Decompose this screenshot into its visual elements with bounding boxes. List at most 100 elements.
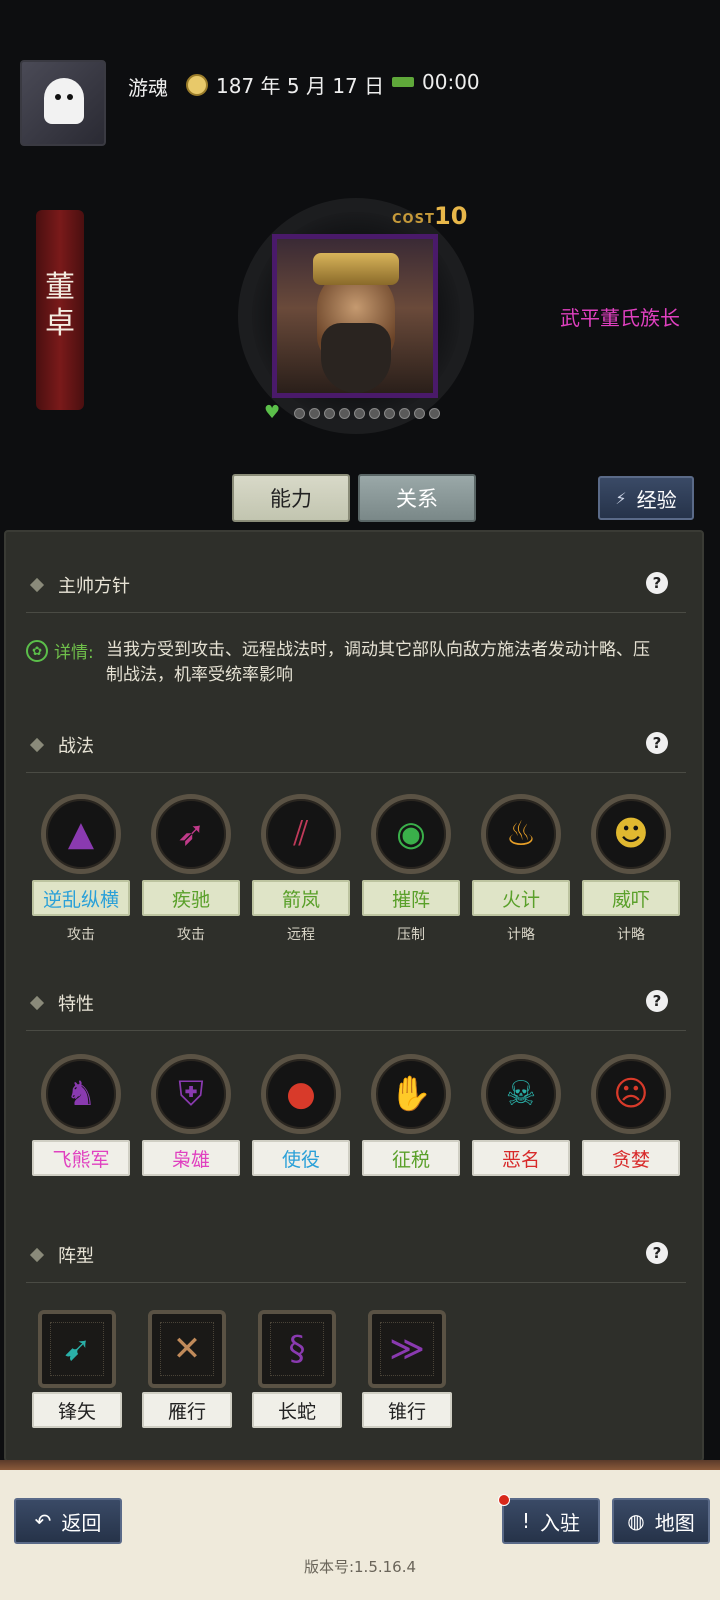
section-title: 主帅方针 (58, 576, 130, 597)
heart-icon: ♥ (264, 402, 281, 423)
formation-box: ✕ (148, 1310, 226, 1388)
trait-name: 恶名 (472, 1140, 570, 1176)
formation-item[interactable]: ➹ 锋矢 (32, 1310, 122, 1428)
divider (26, 772, 686, 773)
hero-name: 董卓 (45, 270, 75, 341)
map-button[interactable]: ◍ 地图 (612, 1498, 710, 1544)
calendar-icon (186, 73, 208, 96)
divider (26, 1030, 686, 1031)
tactic-item[interactable]: ◉ 摧阵 压制 (362, 794, 460, 944)
hero-title: 武平董氏族长 (560, 306, 680, 330)
section-title: 战法 (58, 736, 94, 757)
tactic-name: 疾驰 (142, 880, 240, 916)
star-rating: ♥ (264, 404, 440, 422)
tactic-name: 威吓 (582, 880, 680, 916)
greedy-face-icon: ☹ (613, 1074, 649, 1114)
ghost-avatar-icon (44, 78, 84, 124)
tactic-ring: ◉ (371, 794, 451, 874)
tactic-ring: ⫽ (261, 794, 341, 874)
tactic-type: 远程 (287, 927, 315, 943)
star-dot (384, 407, 395, 419)
trait-name: 征税 (362, 1140, 460, 1176)
help-icon[interactable]: ? (646, 1242, 668, 1264)
tactic-type: 计略 (507, 927, 535, 943)
back-arrow-icon: ↶ (34, 1509, 52, 1533)
section-traits: 特性 ? (26, 988, 686, 1018)
fire-icon: ♨ (505, 814, 537, 854)
formation-name: 长蛇 (252, 1392, 342, 1428)
trait-item[interactable]: ♞ 飞熊军 (32, 1054, 130, 1176)
player-avatar[interactable] (20, 60, 106, 146)
trait-item[interactable]: ☹ 贪婪 (582, 1054, 680, 1176)
hero-portrait[interactable] (272, 234, 438, 398)
section-formations: 阵型 ? (26, 1240, 686, 1270)
eye-burst-icon: ◉ (396, 814, 426, 854)
star-dot (294, 407, 305, 419)
formation-item[interactable]: ✕ 雁行 (142, 1310, 232, 1428)
traits-row: ♞ 飞熊军 ⛨ 枭雄 ● 使役 ✋ 征税 ☠ 恶名 ☹ 贪婪 (32, 1054, 680, 1176)
trait-ring: ● (261, 1054, 341, 1134)
tab-ability[interactable]: 能力 (232, 474, 350, 522)
notification-dot (498, 1494, 510, 1506)
trait-ring: ☠ (481, 1054, 561, 1134)
tactic-item[interactable]: ☻ 威吓 计略 (582, 794, 680, 944)
formation-name: 雁行 (142, 1392, 232, 1428)
trait-ring: ☹ (591, 1054, 671, 1134)
time-display: 00:00 (392, 70, 480, 94)
cost-value: 10 (434, 202, 468, 230)
back-label: 返回 (61, 1510, 102, 1535)
tab-relation[interactable]: 关系 (358, 474, 476, 522)
formation-item[interactable]: ≫ 锥行 (362, 1310, 452, 1428)
cost-label: COST (392, 212, 435, 227)
help-icon[interactable]: ? (646, 572, 668, 594)
trait-name: 枭雄 (142, 1140, 240, 1176)
trait-ring: ⛨ (151, 1054, 231, 1134)
back-button[interactable]: ↶ 返回 (14, 1498, 122, 1544)
star-dot (369, 407, 380, 419)
star-dot (399, 407, 410, 419)
top-header: 游魂 187 年 5 月 17 日 00:00 (0, 0, 720, 160)
detail-text: 当我方受到攻击、远程战法时，调动其它部队向敌方施法者发动计略、压制战法，机率受统… (106, 640, 650, 685)
detail-icon: ✿ (26, 640, 48, 662)
trait-item[interactable]: ● 使役 (252, 1054, 350, 1176)
experience-button[interactable]: ⚡ 经验 (598, 476, 694, 520)
formation-box: § (258, 1310, 336, 1388)
diamond-icon (29, 995, 45, 1011)
bear-icon: ♞ (65, 1074, 97, 1114)
tactic-item[interactable]: ⫽ 箭岚 远程 (252, 794, 350, 944)
detail-label: 详情: (54, 643, 94, 663)
portrait-crown (313, 253, 399, 285)
star-dot (414, 407, 425, 419)
tactic-item[interactable]: ♨ 火计 计略 (472, 794, 570, 944)
diamond-icon (29, 577, 45, 593)
trait-ring: ✋ (371, 1054, 451, 1134)
diamond-icon (29, 1247, 45, 1263)
roar-face-icon: ☻ (613, 814, 649, 854)
trait-item[interactable]: ☠ 恶名 (472, 1054, 570, 1176)
star-dot (429, 407, 440, 419)
cone-formation-icon: ≫ (389, 1329, 425, 1369)
arrows-icon: ➶ (176, 814, 206, 854)
trait-name: 使役 (252, 1140, 350, 1176)
tactic-type: 攻击 (177, 927, 205, 943)
map-icon: ◍ (627, 1509, 645, 1533)
time-text: 00:00 (422, 70, 480, 94)
help-icon[interactable]: ? (646, 732, 668, 754)
date-text: 187 年 5 月 17 日 (216, 74, 385, 98)
trait-name: 飞熊军 (32, 1140, 130, 1176)
trait-item[interactable]: ✋ 征税 (362, 1054, 460, 1176)
station-button[interactable]: ! 入驻 (502, 1498, 600, 1544)
help-icon[interactable]: ? (646, 990, 668, 1012)
divider (26, 612, 686, 613)
tactic-item[interactable]: ▲ 逆乱纵横 攻击 (32, 794, 130, 944)
hooded-face-icon: ☠ (505, 1074, 537, 1114)
formation-item[interactable]: § 长蛇 (252, 1310, 342, 1428)
tactic-ring: ➶ (151, 794, 231, 874)
tactics-row: ▲ 逆乱纵横 攻击 ➶ 疾驰 攻击 ⫽ 箭岚 远程 ◉ 摧阵 压制 ♨ 火计 计… (32, 794, 680, 944)
tactic-type: 压制 (397, 927, 425, 943)
star-dot (354, 407, 365, 419)
tactic-item[interactable]: ➶ 疾驰 攻击 (142, 794, 240, 944)
tactic-name: 逆乱纵横 (32, 880, 130, 916)
section-commander: 主帅方针 ? (26, 570, 686, 600)
trait-item[interactable]: ⛨ 枭雄 (142, 1054, 240, 1176)
